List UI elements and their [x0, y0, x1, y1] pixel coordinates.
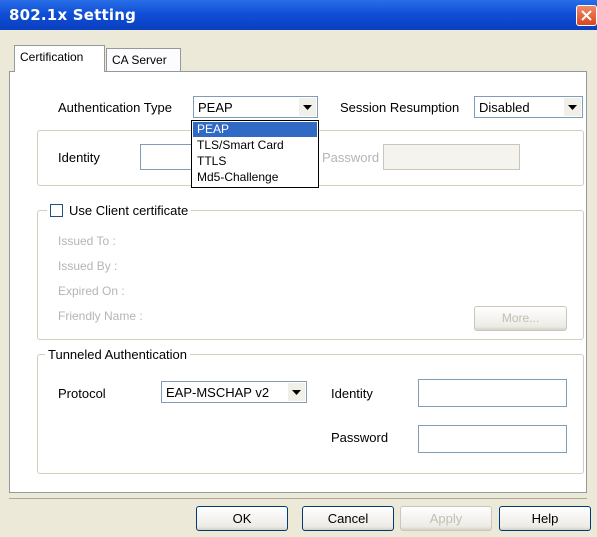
session-resumption-dropdown-button[interactable]	[564, 98, 581, 116]
auth-type-option-peap[interactable]: PEAP	[193, 122, 317, 137]
password-label: Password	[322, 150, 380, 165]
protocol-select[interactable]: EAP-MSCHAP v2	[161, 381, 307, 403]
tunneled-password-input[interactable]	[418, 425, 567, 453]
password-input[interactable]	[383, 144, 520, 170]
tunneled-password-label: Password	[331, 430, 389, 445]
protocol-label: Protocol	[58, 386, 106, 401]
chevron-down-icon	[292, 390, 301, 395]
dialog-window: 802.1x Setting Certification CA Server A…	[0, 0, 597, 537]
tunneled-identity-label: Identity	[331, 386, 373, 401]
tunneled-auth-legend: Tunneled Authentication	[45, 347, 191, 362]
identity-input[interactable]	[140, 144, 192, 170]
help-button[interactable]: Help	[499, 506, 591, 531]
auth-type-label: Authentication Type	[58, 100, 172, 115]
session-resumption-value: Disabled	[479, 100, 530, 115]
auth-type-option-tls-smart-card[interactable]: TLS/Smart Card	[193, 138, 317, 153]
use-client-certificate-label[interactable]: Use Client certificate	[69, 203, 188, 218]
session-resumption-select[interactable]: Disabled	[474, 96, 583, 118]
close-icon	[581, 10, 592, 21]
ok-button[interactable]: OK	[196, 506, 288, 531]
protocol-dropdown-button[interactable]	[288, 383, 305, 401]
tab-ca-server[interactable]: CA Server	[106, 48, 181, 72]
tab-certification[interactable]: Certification	[14, 45, 105, 72]
tunneled-auth-group	[37, 354, 584, 474]
friendly-name-label: Friendly Name :	[58, 309, 143, 323]
tab-certification-label: Certification	[20, 50, 84, 64]
issued-to-label: Issued To :	[58, 234, 116, 248]
auth-type-dropdown-list: PEAP TLS/Smart Card TTLS Md5-Challenge	[191, 120, 319, 188]
session-resumption-label: Session Resumption	[340, 100, 460, 115]
tab-ca-server-label: CA Server	[112, 53, 167, 67]
chevron-down-icon	[303, 105, 312, 110]
auth-type-option-md5-challenge[interactable]: Md5-Challenge	[193, 170, 317, 185]
issued-by-label: Issued By :	[58, 259, 118, 273]
expired-on-label: Expired On :	[58, 284, 125, 298]
use-client-certificate-checkbox[interactable]	[50, 204, 63, 217]
auth-type-select[interactable]: PEAP	[193, 96, 318, 118]
footer-divider	[9, 498, 587, 499]
more-button[interactable]: More...	[474, 306, 567, 331]
close-button[interactable]	[576, 5, 597, 26]
title-bar[interactable]: 802.1x Setting	[0, 0, 597, 30]
auth-type-value: PEAP	[198, 100, 233, 115]
apply-button[interactable]: Apply	[400, 506, 492, 531]
protocol-value: EAP-MSCHAP v2	[166, 385, 270, 400]
cancel-button[interactable]: Cancel	[302, 506, 394, 531]
tunneled-identity-input[interactable]	[418, 379, 567, 407]
client-certificate-legend: Use Client certificate	[47, 203, 192, 218]
auth-type-dropdown-button[interactable]	[299, 98, 316, 116]
chevron-down-icon	[568, 105, 577, 110]
window-title: 802.1x Setting	[9, 6, 137, 24]
identity-label: Identity	[58, 150, 100, 165]
auth-type-option-ttls[interactable]: TTLS	[193, 154, 317, 169]
